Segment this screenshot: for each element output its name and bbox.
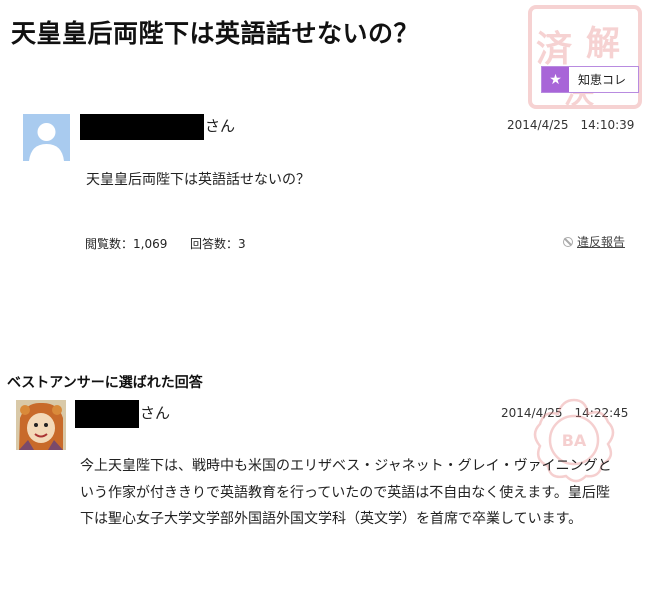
resolved-stamp-icon: 済 解 決 bbox=[528, 5, 642, 111]
answerer-avatar-image-icon bbox=[16, 400, 66, 450]
page: 天皇皇后両陛下は英語話せないの？ 済 解 決 ★ 知恵コレ さん 2014/4/… bbox=[0, 0, 653, 592]
ban-icon bbox=[563, 236, 573, 247]
question-body: 天皇皇后両陛下は英語話せないの？ bbox=[86, 172, 310, 188]
star-icon: ★ bbox=[542, 67, 569, 92]
best-answer-body: 今上天皇陛下は、戦時中も米国のエリザベス・ジャネット・グレイ・ヴァイニングという… bbox=[80, 458, 612, 527]
answerer-avatar[interactable] bbox=[16, 400, 66, 450]
answers-count: 回答数：3 bbox=[190, 235, 246, 252]
answers-value: 3 bbox=[238, 237, 246, 251]
answerer-suffix: さん bbox=[140, 404, 171, 422]
best-answer-heading: ベストアンサーに選ばれた回答 bbox=[7, 375, 203, 391]
question-timestamp: 2014/4/25 14:10:39 bbox=[507, 118, 635, 132]
views-value: 1,069 bbox=[133, 237, 168, 251]
chie-kore-label: 知恵コレ bbox=[578, 73, 627, 87]
report-link[interactable]: 違反報告 bbox=[563, 233, 625, 250]
default-user-icon bbox=[23, 114, 70, 161]
questioner-suffix: さん bbox=[205, 117, 236, 135]
question-title: 天皇皇后両陛下は英語話せないの？ bbox=[11, 19, 420, 48]
svg-text:BA: BA bbox=[562, 431, 587, 450]
questioner-name-redacted bbox=[80, 114, 204, 140]
report-label: 違反報告 bbox=[577, 235, 626, 249]
answerer-name-redacted bbox=[75, 400, 139, 428]
views-label: 閲覧数： bbox=[85, 237, 134, 251]
views-count: 閲覧数：1,069 bbox=[85, 235, 167, 252]
answers-label: 回答数： bbox=[190, 237, 239, 251]
svg-text:解: 解 bbox=[586, 24, 620, 64]
chie-kore-button[interactable]: ★ 知恵コレ bbox=[541, 66, 639, 93]
svg-text:済: 済 bbox=[536, 29, 572, 70]
questioner-avatar[interactable] bbox=[23, 114, 70, 161]
